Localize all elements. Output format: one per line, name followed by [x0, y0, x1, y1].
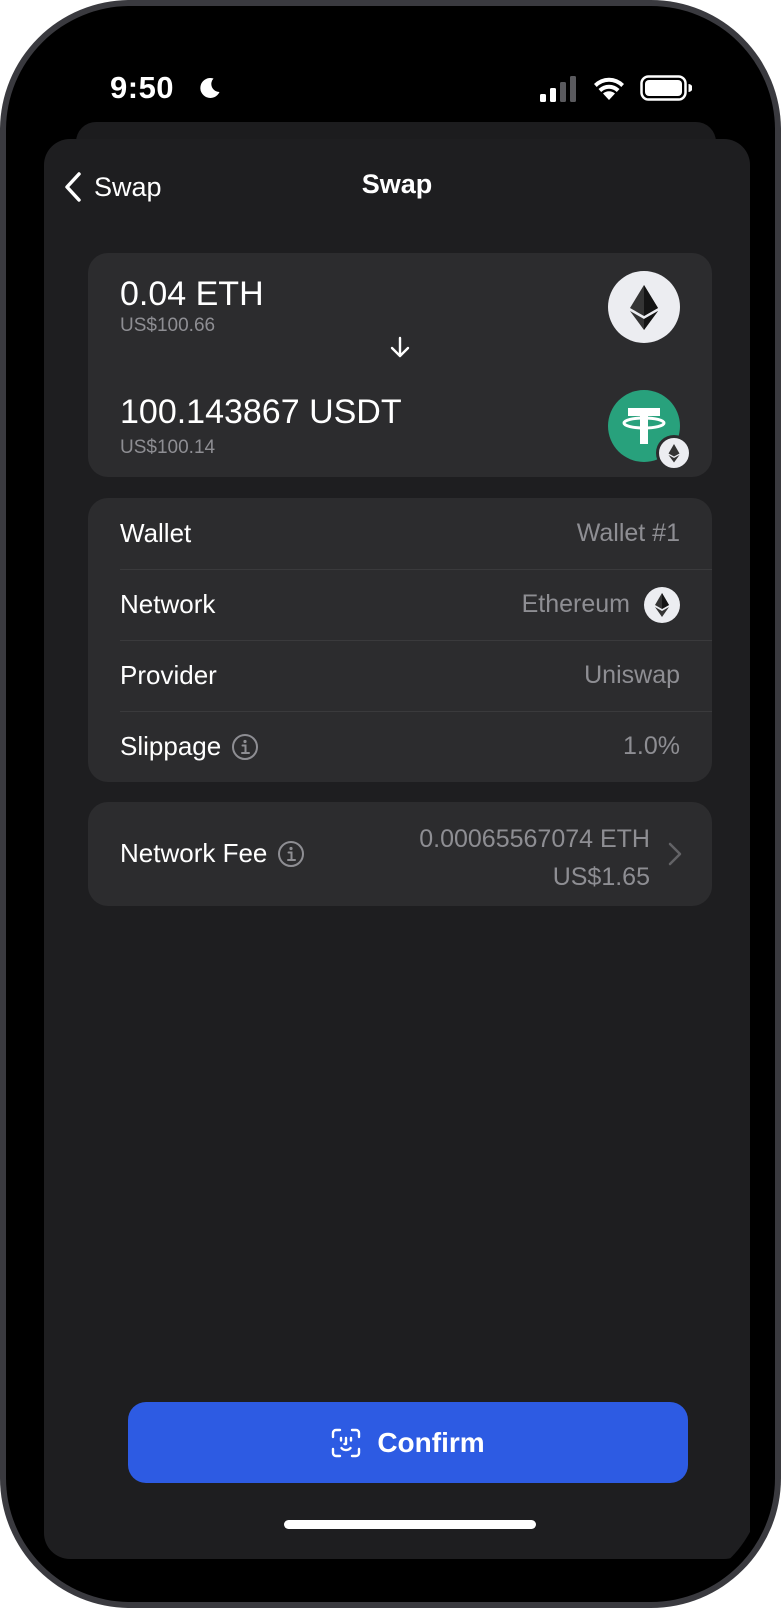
wallet-label: Wallet	[120, 518, 192, 548]
network-fee-crypto: 0.00065567074 ETH	[419, 825, 650, 853]
wallet-value: Wallet #1	[576, 519, 680, 547]
info-icon[interactable]	[277, 840, 305, 868]
network-fee-value: 0.00065567074 ETH US$1.65	[419, 820, 650, 896]
provider-value: Uniswap	[584, 661, 680, 689]
phone-frame: 9:50 Swap Swap 0.04 ETH US$100.66 100.14…	[0, 0, 781, 1608]
wifi-icon	[594, 77, 624, 100]
arrow-down-icon	[390, 336, 410, 358]
slippage-value: 1.0%	[623, 732, 680, 760]
home-indicator[interactable]	[284, 1520, 536, 1529]
slippage-label-container: Slippage	[120, 731, 259, 762]
moon-icon	[200, 77, 220, 98]
network-fee-label-container: Network Fee	[120, 838, 305, 869]
wallet-row: Wallet Wallet #1	[120, 498, 712, 570]
swap-sheet: Swap Swap 0.04 ETH US$100.66 100.143867 …	[44, 139, 750, 1559]
to-fiat: US$100.14	[120, 437, 216, 458]
screen: 9:50 Swap Swap 0.04 ETH US$100.66 100.14…	[18, 18, 763, 1590]
from-fiat: US$100.66	[120, 315, 216, 336]
page-title: Swap	[361, 169, 433, 199]
network-value-container: Ethereum	[521, 586, 680, 623]
confirm-label: Confirm	[377, 1426, 485, 1458]
network-label: Network	[120, 589, 216, 619]
provider-row: Provider Uniswap	[120, 640, 712, 712]
face-id-icon	[332, 1428, 361, 1457]
info-icon[interactable]	[231, 733, 259, 761]
battery-icon	[640, 75, 692, 101]
provider-label: Provider	[120, 660, 217, 690]
network-row: Network Ethereum	[120, 569, 712, 641]
swap-details-card: Wallet Wallet #1 Network Ethereum Provid…	[88, 498, 712, 782]
network-fee-fiat: US$1.65	[552, 863, 650, 891]
swap-summary-card: 0.04 ETH US$100.66 100.143867 USDT US$10…	[88, 253, 712, 477]
network-fee-card[interactable]: Network Fee 0.00065567074 ETH US$1.65	[88, 802, 712, 906]
network-badge-ethereum-icon	[656, 435, 692, 471]
ethereum-icon	[608, 271, 680, 343]
status-time: 9:50	[110, 70, 175, 105]
ethereum-icon	[644, 586, 680, 623]
to-amount: 100.143867 USDT	[120, 393, 402, 431]
phone-bezel: 9:50 Swap Swap 0.04 ETH US$100.66 100.14…	[6, 6, 775, 1602]
confirm-button[interactable]: Confirm	[128, 1402, 688, 1483]
chevron-right-icon	[668, 842, 682, 866]
signal-icon	[540, 76, 576, 102]
slippage-label: Slippage	[120, 731, 222, 761]
network-value: Ethereum	[521, 590, 630, 618]
from-amount: 0.04 ETH	[120, 275, 264, 313]
slippage-row: Slippage 1.0%	[120, 711, 712, 782]
network-fee-label: Network Fee	[120, 838, 268, 868]
